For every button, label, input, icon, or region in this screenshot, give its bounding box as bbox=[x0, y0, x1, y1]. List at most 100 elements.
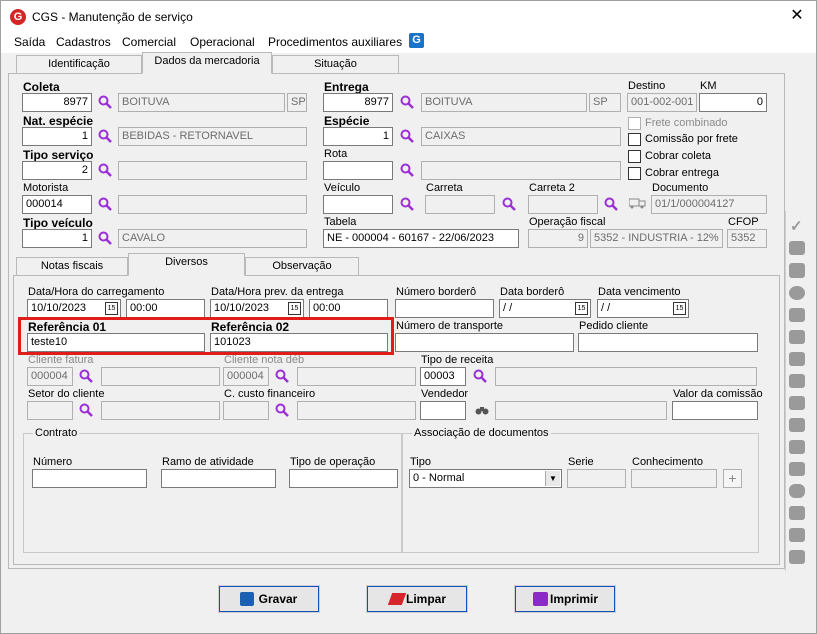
veiculo-input[interactable] bbox=[323, 195, 393, 214]
rota-input[interactable] bbox=[323, 161, 393, 180]
setor-cliente-desc-field bbox=[101, 401, 220, 420]
tab-dados-mercadoria[interactable]: Dados da mercadoria bbox=[142, 52, 272, 74]
entrega-code-input[interactable]: 8977 bbox=[323, 93, 393, 112]
hand-icon[interactable] bbox=[789, 374, 805, 388]
calculator-icon[interactable] bbox=[789, 462, 805, 476]
cidt-icon[interactable] bbox=[789, 263, 805, 278]
coleta-code-input[interactable]: 8977 bbox=[22, 93, 92, 112]
calendar-icon[interactable]: 15 bbox=[673, 302, 686, 315]
frete-combinado-checkbox[interactable] bbox=[628, 117, 641, 130]
limpar-button[interactable]: Limpar bbox=[366, 585, 468, 613]
documents-icon[interactable] bbox=[789, 352, 805, 366]
km-input[interactable]: 0 bbox=[699, 93, 767, 112]
motorista-search-icon[interactable] bbox=[98, 197, 112, 211]
menu-comercial[interactable]: Comercial bbox=[122, 35, 176, 49]
carreta2-search-icon[interactable] bbox=[604, 197, 618, 211]
menu-cadastros[interactable]: Cadastros bbox=[56, 35, 111, 49]
especie-code-input[interactable]: 1 bbox=[323, 127, 393, 146]
operacao-fiscal-code-field: 9 bbox=[528, 229, 588, 248]
tipo-receita-search-icon[interactable] bbox=[473, 369, 487, 383]
tab-observacao[interactable]: Observação bbox=[245, 257, 359, 275]
highlight-box bbox=[18, 317, 394, 355]
tabela-field[interactable]: NE - 000004 - 60167 - 22/06/2023 bbox=[323, 229, 519, 248]
nat-especie-desc-field: BEBIDAS - RETORNAVEL bbox=[118, 127, 307, 146]
calendar-icon[interactable]: 15 bbox=[288, 302, 301, 315]
valor-comissao-input[interactable] bbox=[672, 401, 758, 420]
entrega-search-icon[interactable] bbox=[400, 95, 414, 109]
tab-identificacao[interactable]: Identificação bbox=[16, 55, 142, 73]
book-icon[interactable] bbox=[789, 528, 805, 542]
pedido-cliente-input[interactable] bbox=[578, 333, 758, 352]
tipo-receita-code-input[interactable]: 00003 bbox=[420, 367, 466, 386]
numero-label: Número bbox=[33, 456, 73, 468]
cliente-nota-name-field bbox=[297, 367, 416, 386]
edit-icon[interactable] bbox=[789, 440, 805, 454]
tipo-operacao-input[interactable] bbox=[289, 469, 398, 488]
rota-search-icon[interactable] bbox=[400, 163, 414, 177]
sidebar-divider bbox=[785, 211, 786, 571]
menu-saida[interactable]: Saída bbox=[14, 35, 45, 49]
numero-bordero-input[interactable] bbox=[395, 299, 494, 318]
tipo-servico-search-icon[interactable] bbox=[98, 163, 112, 177]
setor-cliente-search-icon[interactable] bbox=[79, 403, 93, 417]
add-button[interactable]: + bbox=[723, 469, 742, 488]
veiculo-label: Veículo bbox=[324, 182, 361, 194]
data-entrega-time-input[interactable]: 00:00 bbox=[309, 299, 388, 318]
gravar-button[interactable]: Gravar bbox=[218, 585, 320, 613]
vendedor-input[interactable] bbox=[420, 401, 466, 420]
document-arrow-icon[interactable] bbox=[789, 330, 805, 344]
veiculo-search-icon[interactable] bbox=[400, 197, 414, 211]
data-carregamento-time-input[interactable]: 00:00 bbox=[126, 299, 205, 318]
app-shortcut-icon[interactable]: G bbox=[409, 33, 424, 48]
cobrar-coleta-checkbox[interactable] bbox=[628, 150, 641, 163]
numero-transporte-input[interactable] bbox=[395, 333, 574, 352]
tipo-servico-code-input[interactable]: 2 bbox=[22, 161, 92, 180]
serie-label: Serie bbox=[568, 456, 594, 468]
circle-icon[interactable] bbox=[789, 286, 805, 300]
especie-search-icon[interactable] bbox=[400, 129, 414, 143]
motorista-code-input[interactable]: 000014 bbox=[22, 195, 92, 214]
tipo-select[interactable]: 0 - Normal bbox=[409, 469, 562, 488]
cliente-nota-search-icon[interactable] bbox=[275, 369, 289, 383]
tag-icon[interactable] bbox=[789, 506, 805, 520]
close-button[interactable]: ✕ bbox=[786, 5, 808, 27]
carreta-label: Carreta bbox=[426, 182, 463, 194]
rota-desc-field bbox=[421, 161, 621, 180]
gear-icon[interactable] bbox=[789, 241, 805, 255]
imprimir-button[interactable]: Imprimir bbox=[514, 585, 616, 613]
chevron-down-icon[interactable]: ▼ bbox=[545, 471, 560, 486]
calendar-icon[interactable]: 15 bbox=[575, 302, 588, 315]
truck-icon[interactable] bbox=[628, 197, 646, 209]
data-entrega-label: Data/Hora prev. da entrega bbox=[211, 286, 344, 298]
tab-situacao[interactable]: Situação bbox=[272, 55, 399, 73]
cloud-icon[interactable] bbox=[789, 484, 805, 498]
calendar-icon[interactable]: 15 bbox=[105, 302, 118, 315]
tipo-veiculo-code-input[interactable]: 1 bbox=[22, 229, 92, 248]
tab-notas-fiscais[interactable]: Notas fiscais bbox=[16, 257, 128, 275]
cobrar-coleta-label: Cobrar coleta bbox=[645, 150, 712, 162]
carreta-search-icon[interactable] bbox=[502, 197, 516, 211]
menu-operacional[interactable]: Operacional bbox=[190, 35, 255, 49]
shape-icon[interactable] bbox=[789, 308, 805, 322]
tab-diversos[interactable]: Diversos bbox=[128, 253, 245, 276]
cobrar-entrega-checkbox[interactable] bbox=[628, 167, 641, 180]
binoculars-icon[interactable] bbox=[475, 404, 489, 416]
comissao-frete-checkbox[interactable] bbox=[628, 133, 641, 146]
truck-icon[interactable] bbox=[789, 396, 805, 410]
handshake-icon[interactable] bbox=[789, 418, 805, 432]
nat-especie-code-input[interactable]: 1 bbox=[22, 127, 92, 146]
numero-input[interactable] bbox=[32, 469, 147, 488]
cliente-fatura-name-field bbox=[101, 367, 220, 386]
settings-icon[interactable] bbox=[789, 550, 805, 564]
nat-especie-search-icon[interactable] bbox=[98, 129, 112, 143]
check-icon[interactable]: ✓ bbox=[790, 217, 803, 235]
tipo-veiculo-search-icon[interactable] bbox=[98, 231, 112, 245]
coleta-search-icon[interactable] bbox=[98, 95, 112, 109]
cliente-fatura-search-icon[interactable] bbox=[79, 369, 93, 383]
menu-procedimentos[interactable]: Procedimentos auxiliares bbox=[268, 35, 402, 49]
coleta-label: Coleta bbox=[23, 80, 60, 94]
setor-cliente-label: Setor do cliente bbox=[28, 388, 105, 400]
carreta-input bbox=[425, 195, 495, 214]
custo-financeiro-search-icon[interactable] bbox=[275, 403, 289, 417]
ramo-atividade-input[interactable] bbox=[161, 469, 276, 488]
